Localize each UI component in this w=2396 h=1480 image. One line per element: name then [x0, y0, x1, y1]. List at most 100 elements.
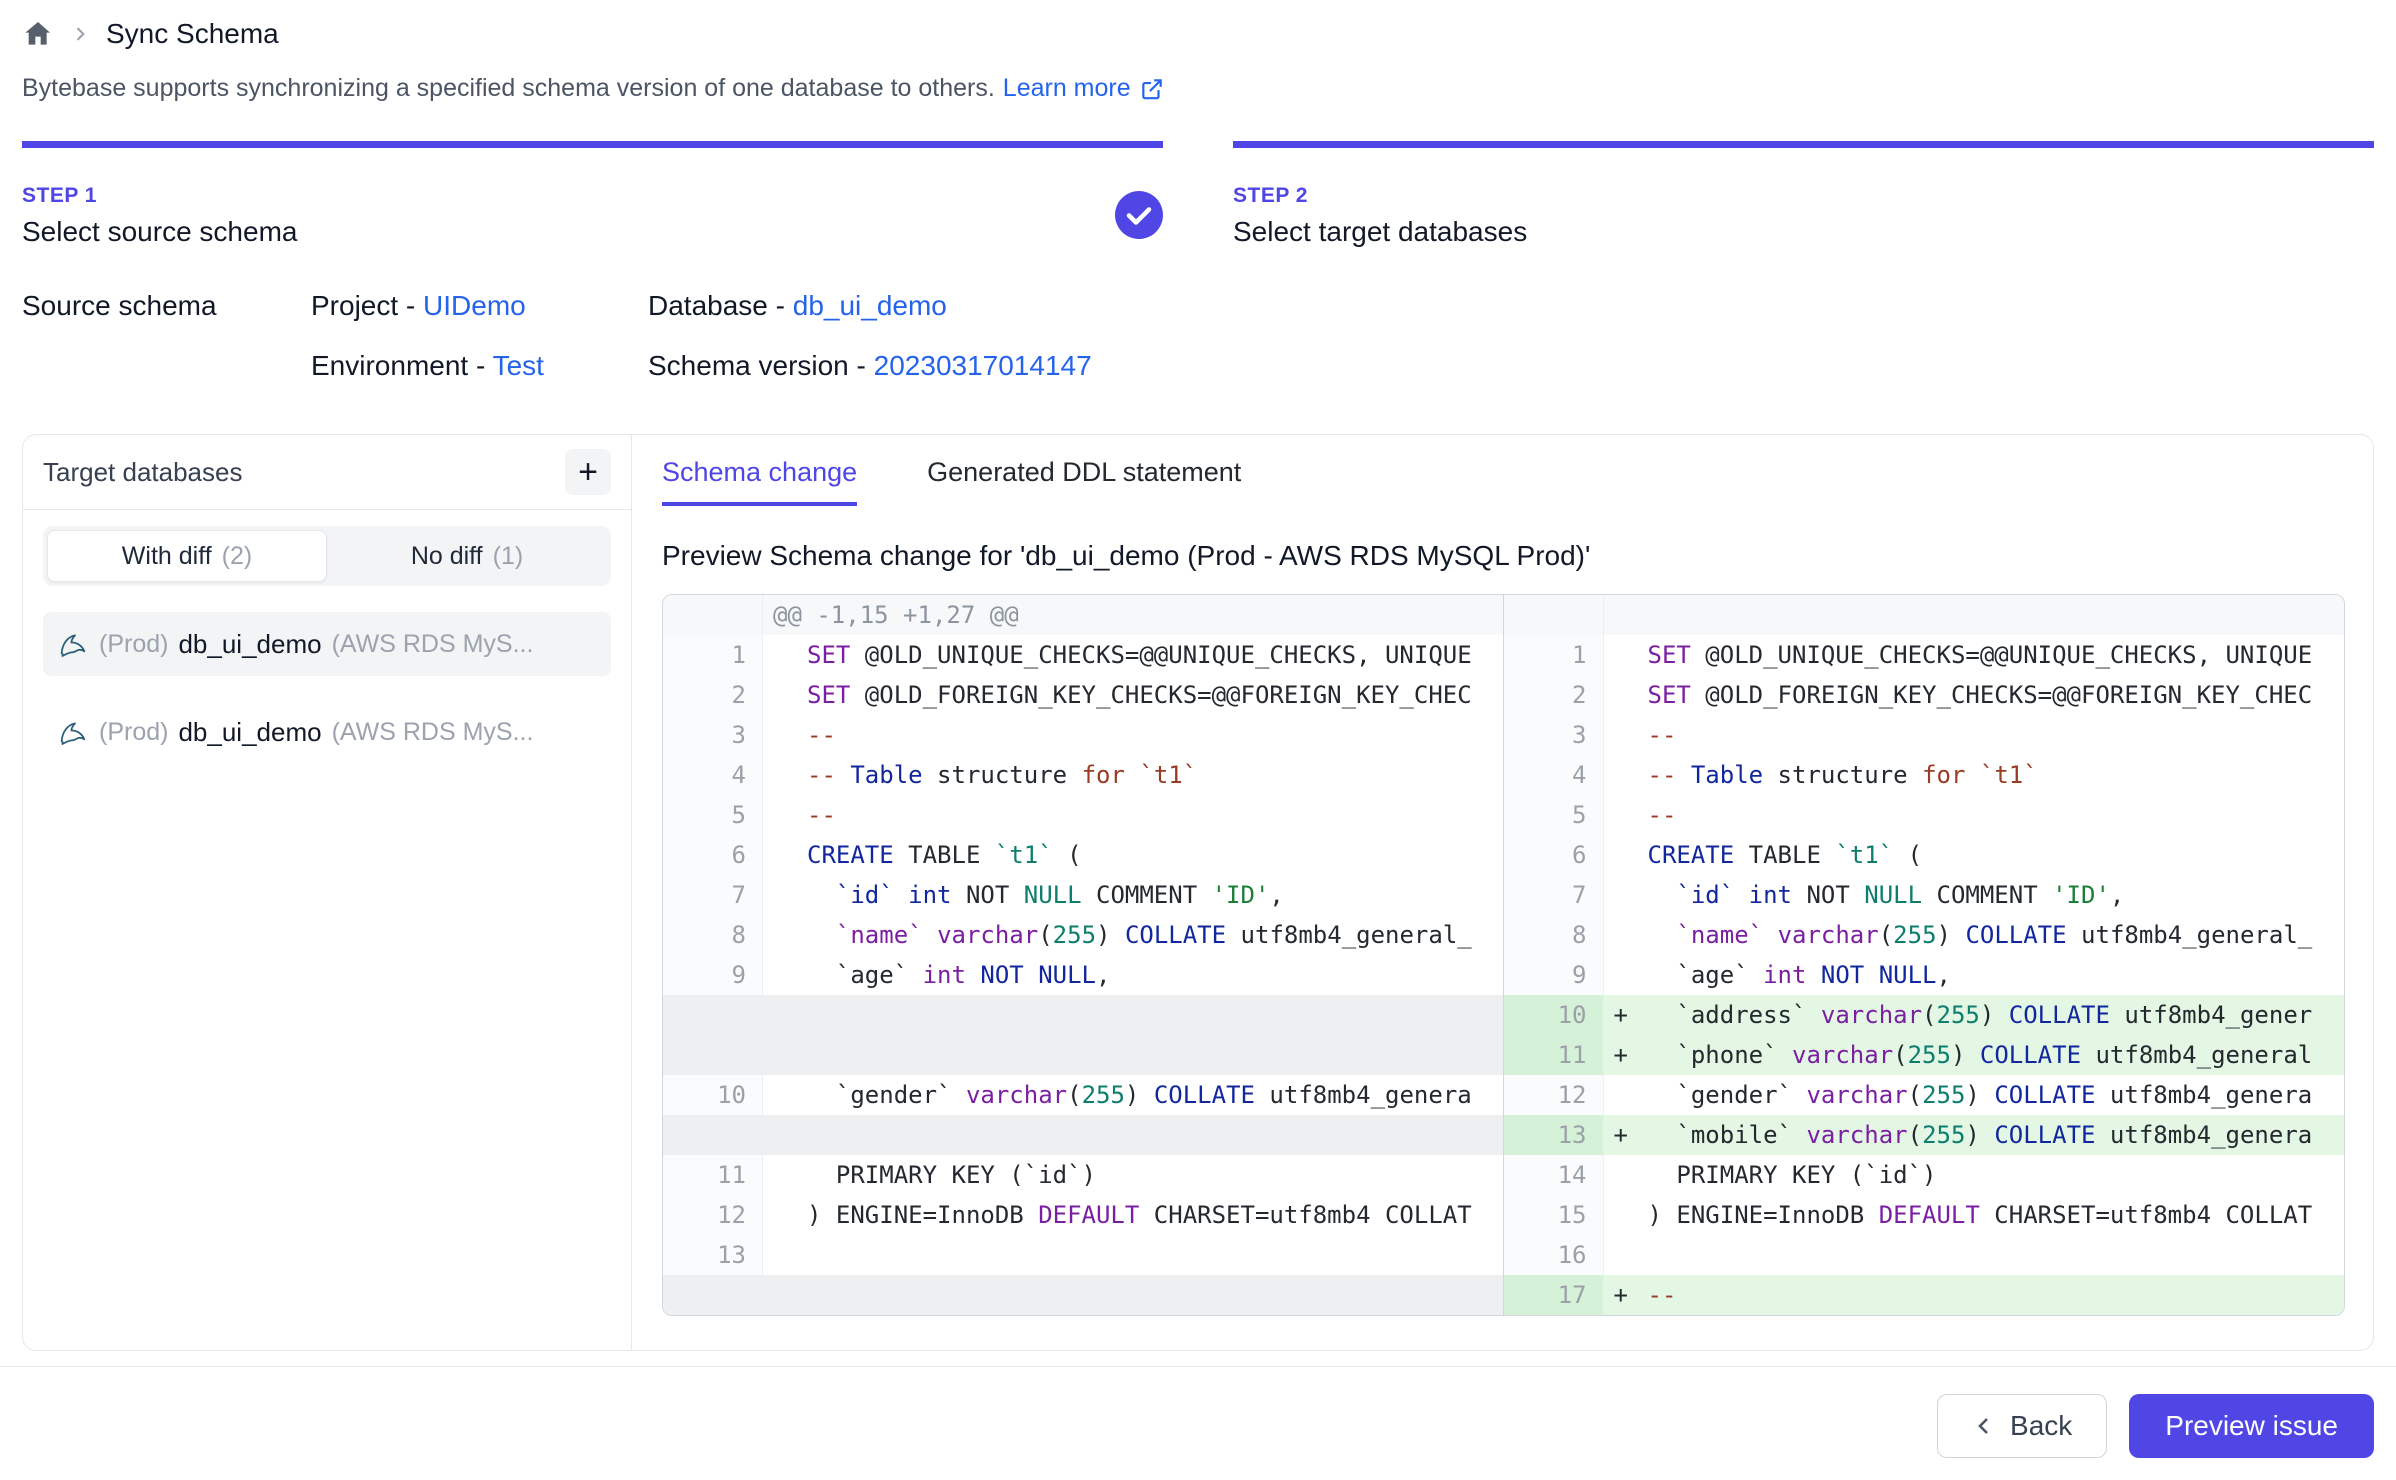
diff-code: SET @OLD_UNIQUE_CHECKS=@@UNIQUE_CHECKS, …	[807, 635, 1503, 675]
diff-line-number	[663, 1035, 763, 1075]
diff-marker	[1604, 1075, 1648, 1115]
step-2[interactable]: STEP 2 Select target databases	[1233, 141, 2374, 248]
diff-marker	[1604, 715, 1648, 755]
diff-row: 4-- Table structure for `t1`	[663, 755, 1503, 795]
diff-marker	[1604, 1155, 1648, 1195]
diff-line-number: 3	[663, 715, 763, 755]
tab-schema-change[interactable]: Schema change	[662, 457, 857, 506]
diff-row: 6 CREATE TABLE `t1` (	[1504, 835, 2345, 875]
diff-row: 13+ `mobile` varchar(255) COLLATE utf8mb…	[1504, 1115, 2345, 1155]
schema-version-label: Schema version -	[648, 350, 866, 381]
diff-code: SET @OLD_FOREIGN_KEY_CHECKS=@@FOREIGN_KE…	[807, 675, 1503, 715]
diff-line-number: 8	[663, 915, 763, 955]
target-databases-title: Target databases	[43, 457, 242, 488]
diff-line-number: 10	[663, 1075, 763, 1115]
diff-code	[1648, 1235, 2345, 1275]
diff-code	[807, 1235, 1503, 1275]
diff-row: 13	[663, 1235, 1503, 1275]
diff-pane-target: 1SET @OLD_UNIQUE_CHECKS=@@UNIQUE_CHECKS,…	[1504, 595, 2345, 1315]
diff-marker	[1604, 1235, 1648, 1275]
footer-actions: Back Preview issue	[22, 1394, 2374, 1458]
step-1-progress-bar	[22, 141, 1163, 148]
diff-code: -- Table structure for `t1`	[807, 755, 1503, 795]
diff-code: `phone` varchar(255) COLLATE utf8mb4_gen…	[1648, 1035, 2345, 1075]
add-database-button[interactable]: +	[565, 449, 611, 495]
diff-line-number: 15	[1504, 1195, 1604, 1235]
diff-row: 8 `name` varchar(255) COLLATE utf8mb4_ge…	[1504, 915, 2345, 955]
diff-row: 15) ENGINE=InnoDB DEFAULT CHARSET=utf8mb…	[1504, 1195, 2345, 1235]
diff-marker	[763, 1155, 807, 1195]
diff-code: `mobile` varchar(255) COLLATE utf8mb4_ge…	[1648, 1115, 2345, 1155]
project-label: Project -	[311, 290, 415, 321]
diff-code: `id` int NOT NULL COMMENT 'ID',	[1648, 875, 2345, 915]
source-field-environment: Environment - Test	[311, 350, 648, 382]
diff-marker	[1604, 675, 1648, 715]
diff-line-number: 11	[663, 1155, 763, 1195]
diff-line-number: 6	[1504, 835, 1604, 875]
preview-issue-button[interactable]: Preview issue	[2129, 1394, 2374, 1458]
diff-row: 9 `age` int NOT NULL,	[663, 955, 1503, 995]
tab-count: (2)	[222, 542, 253, 571]
diff-spacer-row	[663, 1275, 1503, 1315]
schema-version-link[interactable]: 20230317014147	[874, 350, 1092, 381]
database-environment: (Prod)	[99, 630, 168, 659]
database-list-item[interactable]: (Prod)db_ui_demo(AWS RDS MyS...	[43, 612, 611, 676]
diff-line-number: 9	[1504, 955, 1604, 995]
diff-line-number: 2	[1504, 675, 1604, 715]
diff-row: 9 `age` int NOT NULL,	[1504, 955, 2345, 995]
back-button[interactable]: Back	[1937, 1394, 2107, 1458]
database-name: db_ui_demo	[178, 717, 321, 748]
target-selection-card: Target databases + With diff (2) No diff(1…	[22, 434, 2374, 1351]
diff-row: 3 --	[663, 715, 1503, 755]
diff-row: 6CREATE TABLE `t1` (	[663, 835, 1503, 875]
diff-code	[763, 995, 1503, 1035]
diff-line-number: 7	[663, 875, 763, 915]
diff-marker	[763, 955, 807, 995]
diff-row: 2SET @OLD_FOREIGN_KEY_CHECKS=@@FOREIGN_K…	[663, 675, 1503, 715]
diff-filter-tab-no-diff[interactable]: No diff(1)	[327, 530, 607, 582]
source-field-database: Database - db_ui_demo	[648, 290, 2374, 322]
diff-code: `name` varchar(255) COLLATE utf8mb4_gene…	[807, 915, 1503, 955]
diff-code: --	[1648, 715, 2345, 755]
diff-marker	[1604, 835, 1648, 875]
diff-line-number	[663, 1275, 763, 1315]
diff-line-number	[663, 595, 763, 635]
diff-row: 10 `gender` varchar(255) COLLATE utf8mb4…	[663, 1075, 1503, 1115]
diff-row: 10+ `address` varchar(255) COLLATE utf8m…	[1504, 995, 2345, 1035]
diff-marker	[1604, 915, 1648, 955]
project-link[interactable]: UIDemo	[423, 290, 526, 321]
diff-row: 11 PRIMARY KEY (`id`)	[663, 1155, 1503, 1195]
diff-code: CREATE TABLE `t1` (	[1648, 835, 2345, 875]
diff-row: 8 `name` varchar(255) COLLATE utf8mb4_ge…	[663, 915, 1503, 955]
diff-code: --	[807, 715, 1503, 755]
diff-code: ) ENGINE=InnoDB DEFAULT CHARSET=utf8mb4 …	[807, 1195, 1503, 1235]
diff-hunk-header-row	[1504, 595, 2345, 635]
diff-row: 2SET @OLD_FOREIGN_KEY_CHECKS=@@FOREIGN_K…	[1504, 675, 2345, 715]
diff-filter-tab-with-diff[interactable]: With diff (2)	[47, 530, 327, 582]
diff-line-number: 7	[1504, 875, 1604, 915]
database-link[interactable]: db_ui_demo	[793, 290, 947, 321]
step-1[interactable]: STEP 1 Select source schema	[22, 141, 1163, 248]
tab-generated-ddl-statement[interactable]: Generated DDL statement	[927, 457, 1241, 506]
schema-diff-view: @@ -1,15 +1,27 @@1SET @OLD_UNIQUE_CHECKS…	[662, 594, 2345, 1316]
diff-row: 1SET @OLD_UNIQUE_CHECKS=@@UNIQUE_CHECKS,…	[1504, 635, 2345, 675]
diff-marker	[763, 795, 807, 835]
environment-link[interactable]: Test	[493, 350, 544, 381]
diff-code	[763, 1275, 1503, 1315]
diff-row: 7 `id` int NOT NULL COMMENT 'ID',	[1504, 875, 2345, 915]
diff-code: `age` int NOT NULL,	[807, 955, 1503, 995]
diff-line-number: 12	[1504, 1075, 1604, 1115]
diff-pane-source: @@ -1,15 +1,27 @@1SET @OLD_UNIQUE_CHECKS…	[663, 595, 1504, 1315]
tab-label: With diff	[122, 542, 212, 571]
step-1-title: Select source schema	[22, 216, 1163, 248]
target-databases-header: Target databases +	[23, 435, 631, 510]
home-icon[interactable]	[22, 18, 54, 50]
external-link-icon	[1139, 76, 1165, 102]
database-instance: (AWS RDS MyS...	[332, 718, 534, 747]
learn-more-link[interactable]: Learn more	[1003, 74, 1165, 103]
database-list-item[interactable]: (Prod)db_ui_demo(AWS RDS MyS...	[43, 700, 611, 764]
diff-marker	[1604, 755, 1648, 795]
diff-row: 5--	[663, 795, 1503, 835]
step-2-label: STEP 2	[1233, 184, 2374, 208]
diff-line-number: 16	[1504, 1235, 1604, 1275]
